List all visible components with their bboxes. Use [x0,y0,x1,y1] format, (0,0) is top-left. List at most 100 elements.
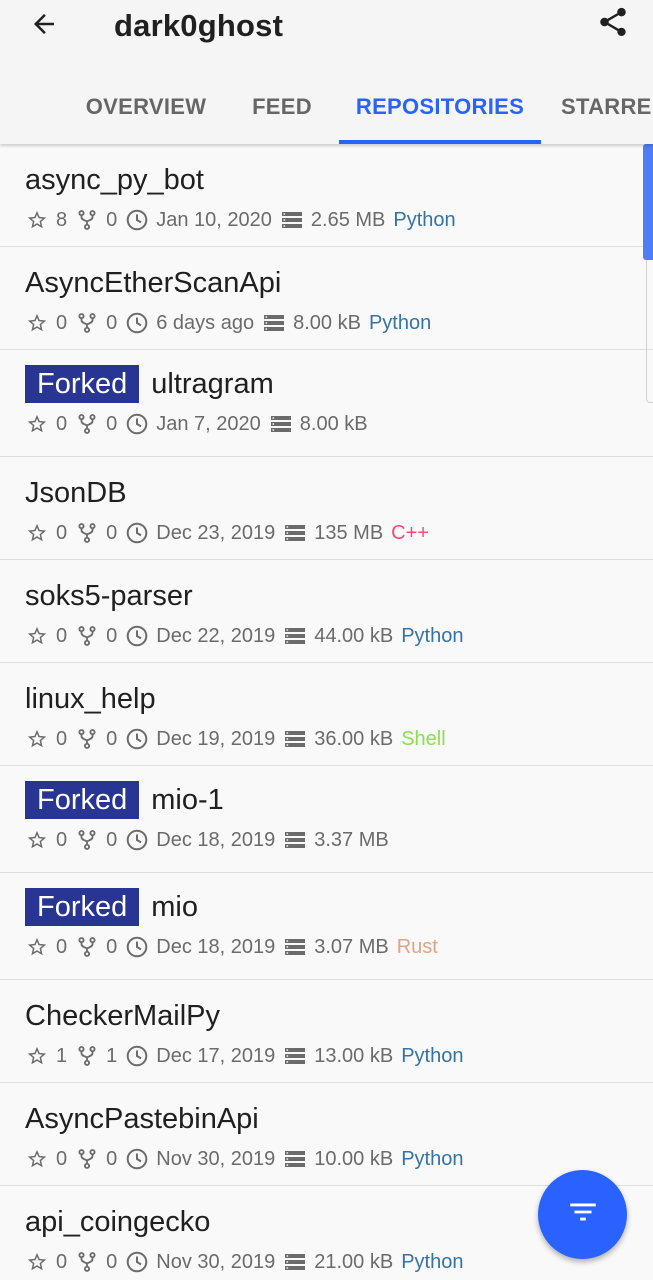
language-label: Python [401,1250,464,1273]
repository-meta: 0 0 Jan 7, 2020 8.00 kB [25,410,376,438]
star-icon [25,935,49,959]
storage-icon [283,1147,307,1171]
updated-date: Nov 30, 2019 [156,1147,276,1170]
language-label: Python [401,624,464,647]
repository-row[interactable]: Forked ultragram 0 0 Jan 7, 2020 8.00 kB [0,350,653,457]
repository-meta: 0 0 Dec 19, 2019 36.00 kB Shell [25,725,446,753]
updated-date: Dec 23, 2019 [156,521,276,544]
repository-name: JsonDB [25,476,127,509]
storage-icon [283,624,307,648]
repository-title-line: AsyncPastebinApi [25,1100,259,1138]
fork-count: 0 [106,624,118,647]
updated-date: Dec 18, 2019 [156,828,276,851]
repository-list[interactable]: async_py_bot 8 0 Jan 10, 2020 2.65 MB Python A… [0,144,653,1280]
repository-title-line: linux_help [25,680,156,718]
repository-size: 3.37 MB [314,828,389,851]
repository-size: 8.00 kB [299,412,368,435]
repository-title-line: CheckerMailPy [25,997,220,1035]
back-button[interactable] [22,4,66,48]
fork-icon [75,208,99,232]
updated-date: Jan 7, 2020 [156,412,261,435]
fork-count: 0 [106,727,118,750]
clock-icon [125,1044,149,1068]
storage-icon [283,727,307,751]
repository-meta: 0 0 Dec 23, 2019 135 MB C++ [25,519,429,547]
star-count: 0 [56,1250,68,1273]
tab-feed[interactable]: FEED [236,72,328,144]
repository-title-line: Forked mio [25,888,198,926]
fork-count: 0 [106,208,118,231]
fork-icon [75,727,99,751]
star-count: 0 [56,1147,68,1170]
star-count: 0 [56,412,68,435]
repository-size: 44.00 kB [314,624,394,647]
repository-name: api_coingecko [25,1205,211,1238]
repository-meta: 0 0 Dec 22, 2019 44.00 kB Python [25,622,463,650]
fork-icon [75,1044,99,1068]
star-count: 8 [56,208,68,231]
repository-row[interactable]: JsonDB 0 0 Dec 23, 2019 135 MB C++ [0,457,653,560]
tab-overview[interactable]: OVERVIEW [70,72,222,144]
repository-row[interactable]: linux_help 0 0 Dec 19, 2019 36.00 kB Shell [0,663,653,766]
repository-size: 21.00 kB [314,1250,394,1273]
tab-bar: OVERVIEW FEED REPOSITORIES STARRED [0,72,653,144]
tab-starred[interactable]: STARRED [561,72,653,144]
fork-icon [75,1147,99,1171]
updated-date: Jan 10, 2020 [156,208,272,231]
repository-name: CheckerMailPy [25,999,220,1032]
language-label: Python [401,1044,464,1067]
repository-meta: 0 0 Dec 18, 2019 3.37 MB [25,826,397,854]
repository-name: linux_help [25,682,156,715]
star-icon [25,208,49,232]
star-count: 0 [56,311,68,334]
star-icon [25,1147,49,1171]
storage-icon [283,521,307,545]
clock-icon [125,624,149,648]
repository-row[interactable]: Forked mio 0 0 Dec 18, 2019 3.07 MB Rust [0,873,653,980]
filter-button[interactable] [538,1170,627,1259]
repository-row[interactable]: AsyncPastebinApi 0 0 Nov 30, 2019 10.00 kB Py… [0,1083,653,1186]
clock-icon [125,935,149,959]
share-button[interactable] [591,2,635,46]
repository-name: mio [151,890,198,923]
repository-meta: 0 0 Nov 30, 2019 10.00 kB Python [25,1145,463,1173]
repository-size: 8.00 kB [293,311,361,334]
repository-meta: 8 0 Jan 10, 2020 2.65 MB Python [25,206,456,234]
repository-row[interactable]: Forked mio-1 0 0 Dec 18, 2019 3.37 MB [0,766,653,873]
star-count: 0 [56,828,68,851]
star-count: 0 [56,727,68,750]
fork-count: 0 [106,521,118,544]
arrow-back-icon [29,9,59,44]
repository-title-line: Forked mio-1 [25,781,224,819]
repository-name: soks5-parser [25,579,193,612]
tab-repositories[interactable]: REPOSITORIES [339,72,541,144]
fork-count: 0 [106,828,118,851]
star-count: 1 [56,1044,68,1067]
storage-icon [283,1250,307,1274]
repository-size: 36.00 kB [314,727,394,750]
repository-title-line: api_coingecko [25,1203,210,1241]
repository-row[interactable]: soks5-parser 0 0 Dec 22, 2019 44.00 kB Python [0,560,653,663]
updated-date: Dec 19, 2019 [156,727,276,750]
fork-count: 0 [106,1147,118,1170]
star-icon [25,624,49,648]
repository-title-line: JsonDB [25,474,127,512]
scrollbar-thumb[interactable] [643,144,653,260]
star-icon [25,412,49,436]
language-label: C++ [391,521,429,544]
repository-row[interactable]: async_py_bot 8 0 Jan 10, 2020 2.65 MB Python [0,144,653,247]
repository-row[interactable]: CheckerMailPy 1 1 Dec 17, 2019 13.00 kB Pytho… [0,980,653,1083]
star-icon [25,1250,49,1274]
repository-row[interactable]: AsyncEtherScanApi 0 0 6 days ago 8.00 kB Pyth… [0,247,653,350]
fork-count: 0 [106,412,118,435]
repository-size: 3.07 MB [314,935,389,958]
repository-size: 13.00 kB [314,1044,394,1067]
clock-icon [125,727,149,751]
language-label: Rust [396,935,438,958]
storage-icon [283,828,307,852]
star-icon [25,311,49,335]
fork-icon [75,828,99,852]
language-label: Shell [401,727,446,750]
repository-name: ultragram [151,367,274,400]
repository-name: async_py_bot [25,163,204,196]
